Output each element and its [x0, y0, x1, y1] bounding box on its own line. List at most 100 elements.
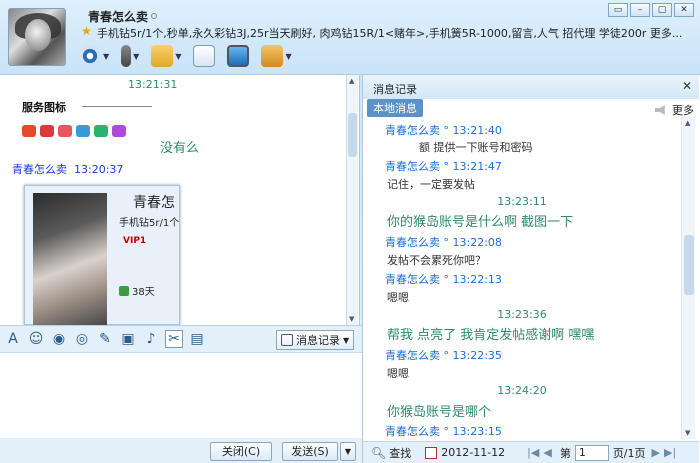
magic-face-icon[interactable]: ◉ [50, 330, 68, 348]
screenshot-icon[interactable]: ✂ [165, 330, 183, 348]
history-timestamp: 13:23:11 [497, 195, 547, 208]
badge-icon [76, 125, 90, 137]
history-message: 发帖不会累死你吧？ [387, 254, 486, 267]
skin-button[interactable]: ▭ [608, 3, 628, 17]
history-timestamp: 13:23:36 [497, 308, 547, 321]
speaker-icon [655, 105, 665, 115]
vip-badge: VIP1 [123, 236, 147, 246]
next-page-icon[interactable]: ▶ [652, 446, 660, 459]
profile-photo [33, 193, 107, 325]
page-input[interactable]: 1 [574, 444, 609, 461]
history-footer: 🔍︎ 查找 2012-11-12 |◀ ◀ 第 1 页/1页 ▶ ▶| [363, 441, 699, 463]
local-messages-tab[interactable]: 本地消息 [367, 99, 423, 117]
history-message: 帮我 点亮了 我肯定发帖感谢啊 嘿嘿 [387, 328, 595, 343]
apps-button[interactable]: ▼ [258, 43, 294, 69]
badge-icon [94, 125, 108, 137]
history-sender: 青春怎么卖 ° 13:22:08 [385, 236, 502, 249]
camera-icon [79, 45, 101, 67]
shake-icon[interactable]: ◎ [73, 330, 91, 348]
search-icon[interactable]: 🔍︎ [371, 446, 386, 460]
history-message: 嗯嗯 [387, 291, 409, 304]
history-message: 你猴岛账号是哪个 [387, 405, 492, 420]
page-label: 第 [559, 446, 571, 460]
history-message: 额 提供一下账号和密码 [419, 141, 533, 154]
history-message: 记住，一定要发帖 [387, 178, 475, 191]
remote-assist-button[interactable] [224, 43, 252, 69]
message-sender[interactable]: 青春怎么卖 13:20:37 [12, 161, 123, 177]
service-icon-image[interactable]: 服务图标 [18, 95, 152, 155]
badge-icon [40, 125, 54, 137]
scroll-thumb[interactable] [684, 235, 694, 295]
send-button[interactable]: 发送(S) [282, 442, 338, 461]
page-total: 页/1页 [612, 446, 646, 460]
divider [82, 106, 152, 107]
chat-add-icon [193, 45, 216, 67]
message-history-panel: 消息记录 ✕ 本地消息 更多 青春怎么卖 ° 13:21:40 额 提供一下账号… [362, 75, 700, 463]
send-options-button[interactable]: ▼ [340, 442, 356, 461]
search-link[interactable]: 查找 [389, 445, 411, 461]
voice-call-button[interactable]: ▼ [118, 43, 142, 69]
calendar-icon[interactable] [425, 446, 438, 459]
scroll-down-icon[interactable]: ▼ [685, 429, 690, 437]
image-icon[interactable]: ▣ [119, 330, 137, 348]
service-badges [22, 125, 126, 137]
history-close-icon[interactable]: ✕ [682, 79, 692, 93]
history-timestamp: 13:24:20 [497, 384, 547, 397]
status-icon [151, 13, 158, 19]
contact-profile-card[interactable]: 青春怎 手机钻5r/1个 VIP1 38天 [24, 185, 180, 325]
message-timestamp: 13:21:31 [128, 78, 178, 91]
message-text: 没有么 [160, 141, 200, 156]
history-title: 消息记录 [363, 75, 699, 99]
input-toolbar: A ☺ ◉ ◎ ✎ ▣ ♪ ✂ ▤ 消息记录 ▼ [0, 325, 362, 353]
history-sender: 青春怎么卖 ° 13:21:47 [385, 160, 502, 173]
history-scrollbar[interactable]: ▲ ▼ [681, 117, 695, 439]
send-file-button[interactable]: ▼ [148, 43, 184, 69]
contact-signature: 手机钻5r/1个,秒单,永久彩钻3J,25r当天刷好, 肉鸡钻15R/1<赌年>… [97, 27, 683, 40]
font-icon[interactable]: A [4, 330, 22, 348]
history-sender: 青春怎么卖 ° 13:22:13 [385, 273, 502, 286]
history-list: 青春怎么卖 ° 13:21:40 额 提供一下账号和密码 青春怎么卖 ° 13:… [363, 117, 681, 437]
chat-message-area[interactable]: 13:21:31 服务图标 没有么 青春怎么卖 13:20:37 青春怎 手机钻… [0, 75, 360, 325]
maximize-button[interactable]: ▢ [652, 3, 672, 17]
microphone-icon [121, 45, 132, 67]
folder-icon [151, 45, 174, 67]
qq-chat-window: 青春怎么卖 ★ 手机钻5r/1个,秒单,永久彩钻3J,25r当天刷好, 肉鸡钻1… [0, 0, 700, 463]
star-icon: ★ [81, 24, 92, 38]
service-icon-title: 服务图标 [22, 101, 66, 114]
chat-scrollbar[interactable]: ▲ ▼ [346, 75, 358, 325]
contact-nickname[interactable]: 青春怎么卖 [88, 8, 158, 25]
card-signature: 手机钻5r/1个 [119, 218, 179, 229]
close-button[interactable]: 关闭(C) [210, 442, 272, 461]
create-discussion-button[interactable] [190, 43, 218, 69]
history-sender: 青春怎么卖 ° 13:22:35 [385, 349, 502, 362]
history-date[interactable]: 2012-11-12 [441, 446, 505, 459]
scroll-down-icon[interactable]: ▼ [349, 315, 354, 323]
contact-avatar[interactable] [8, 8, 66, 66]
prev-page-icon[interactable]: ◀ [543, 446, 551, 459]
video-call-button[interactable]: ▼ [76, 43, 112, 69]
window-controls: ▭ – ▢ ✕ [608, 3, 694, 17]
card-days: 38天 [119, 283, 155, 298]
scroll-thumb[interactable] [348, 113, 357, 157]
first-page-icon[interactable]: |◀ [527, 446, 539, 459]
minimize-button[interactable]: – [630, 3, 650, 17]
apps-icon [261, 45, 284, 67]
gift-icon[interactable]: ▤ [188, 330, 206, 348]
history-sender: 青春怎么卖 ° 13:23:15 [385, 425, 502, 437]
history-message: 嗯嗯 [387, 367, 409, 380]
send-bar: 关闭(C) 发送(S) ▼ [0, 438, 362, 463]
emoji-icon[interactable]: ☺ [27, 330, 45, 348]
doodle-icon[interactable]: ✎ [96, 330, 114, 348]
badge-icon [58, 125, 72, 137]
chat-header: 青春怎么卖 ★ 手机钻5r/1个,秒单,永久彩钻3J,25r当天刷好, 肉鸡钻1… [0, 0, 700, 75]
scroll-up-icon[interactable]: ▲ [349, 77, 354, 85]
music-icon[interactable]: ♪ [142, 330, 160, 348]
last-page-icon[interactable]: ▶| [664, 446, 676, 459]
more-button[interactable]: 更多 [655, 102, 694, 118]
badge-icon [22, 125, 36, 137]
scroll-up-icon[interactable]: ▲ [685, 119, 690, 127]
message-input[interactable] [0, 353, 362, 438]
chat-toolbar: ▼ ▼ ▼ ▼ [76, 42, 295, 70]
message-history-button[interactable]: 消息记录 ▼ [276, 330, 355, 350]
close-window-button[interactable]: ✕ [674, 3, 694, 17]
